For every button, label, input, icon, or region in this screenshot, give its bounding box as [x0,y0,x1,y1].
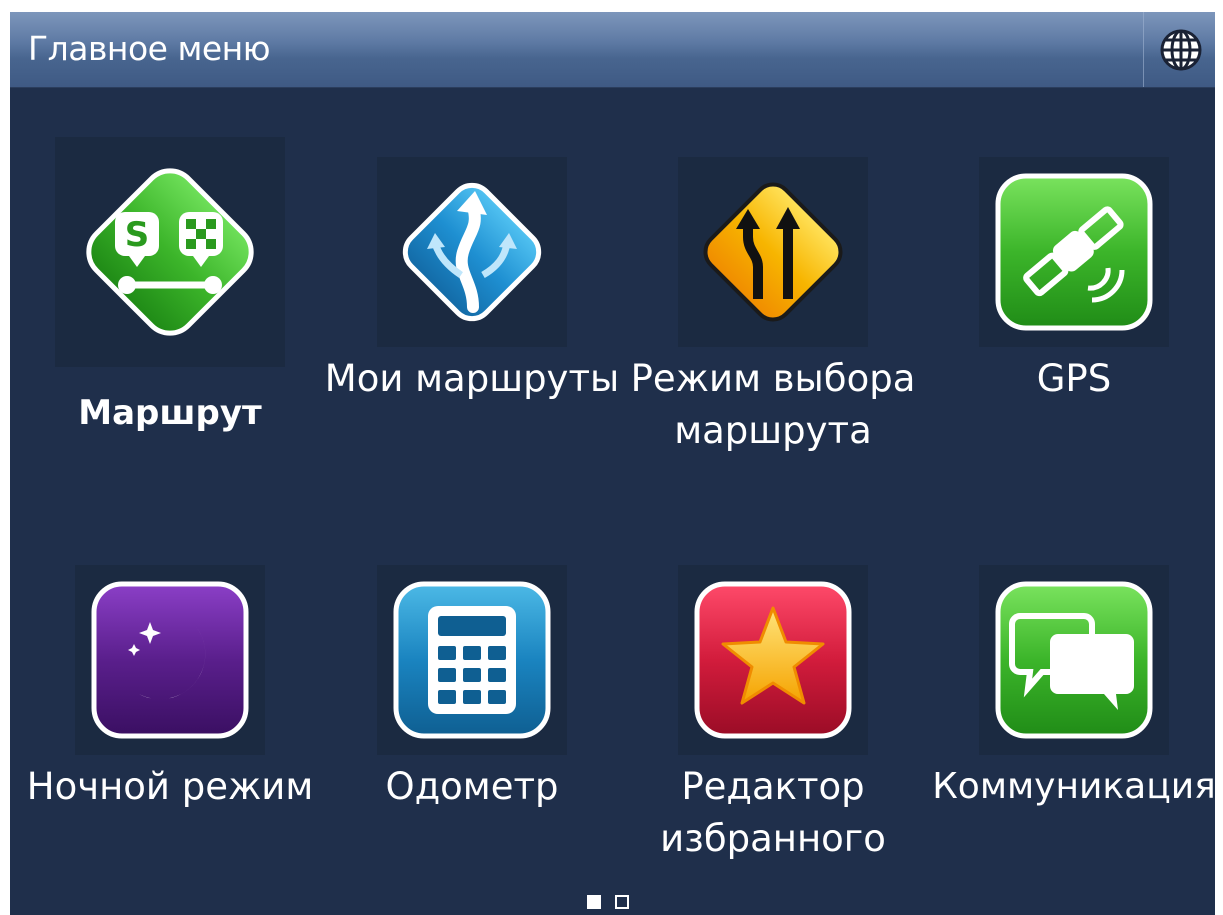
chat-bubbles-icon [995,581,1153,739]
icon-frame: S [55,137,285,367]
calculator-icon [393,581,551,739]
menu-item-favorites-editor[interactable]: Редактор избранного [623,565,923,885]
menu-item-communication[interactable]: Коммуникация [924,565,1215,885]
menu-item-label: Ночной режим [26,765,314,808]
menu-item-route-mode[interactable]: Режим выбора маршрута [623,157,923,517]
page-dot-2[interactable] [615,895,629,909]
title-bar: Главное меню [10,12,1215,88]
menu-item-route[interactable]: S Маршрут [20,137,320,497]
globe-button[interactable] [1146,12,1215,87]
route-icon: S [86,168,254,336]
menu-item-my-routes[interactable]: Мои маршруты [322,157,622,517]
menu-item-gps[interactable]: GPS [924,157,1215,517]
menu-item-night-mode[interactable]: Ночной режим [20,565,320,885]
menu-item-label: Мои маршруты [324,357,620,400]
icon-frame [979,157,1169,347]
icon-frame [979,565,1169,755]
page-indicator [587,895,629,909]
menu-item-label: GPS [1036,357,1112,400]
satellite-icon [995,173,1153,331]
menu-item-odometer[interactable]: Одометр [322,565,622,885]
menu-item-label: Редактор избранного [660,765,886,860]
menu-item-label: Одометр [385,765,559,808]
page-title: Главное меню [28,29,271,68]
page-dot-1[interactable] [587,895,601,909]
menu-grid: S Маршрут Мои маршруты Режим выбора марш… [10,87,1215,915]
globe-icon [1160,29,1201,70]
icon-frame [377,157,567,347]
title-bar-divider [1143,12,1144,87]
menu-item-label: Режим выбора маршрута [630,357,916,452]
menu-item-label: Маршрут [78,393,262,433]
route-mode-icon [703,182,843,322]
star-icon [694,581,852,739]
menu-item-label: Коммуникация [932,766,1215,807]
icon-frame [377,565,567,755]
icon-frame [678,565,868,755]
icon-frame [75,565,265,755]
svg-text:S: S [125,215,150,255]
icon-frame [678,157,868,347]
night-mode-icon [91,581,249,739]
main-menu-screen: Главное меню S Маршрут Мои маршруты Режи… [10,12,1215,915]
my-routes-icon [402,182,542,322]
